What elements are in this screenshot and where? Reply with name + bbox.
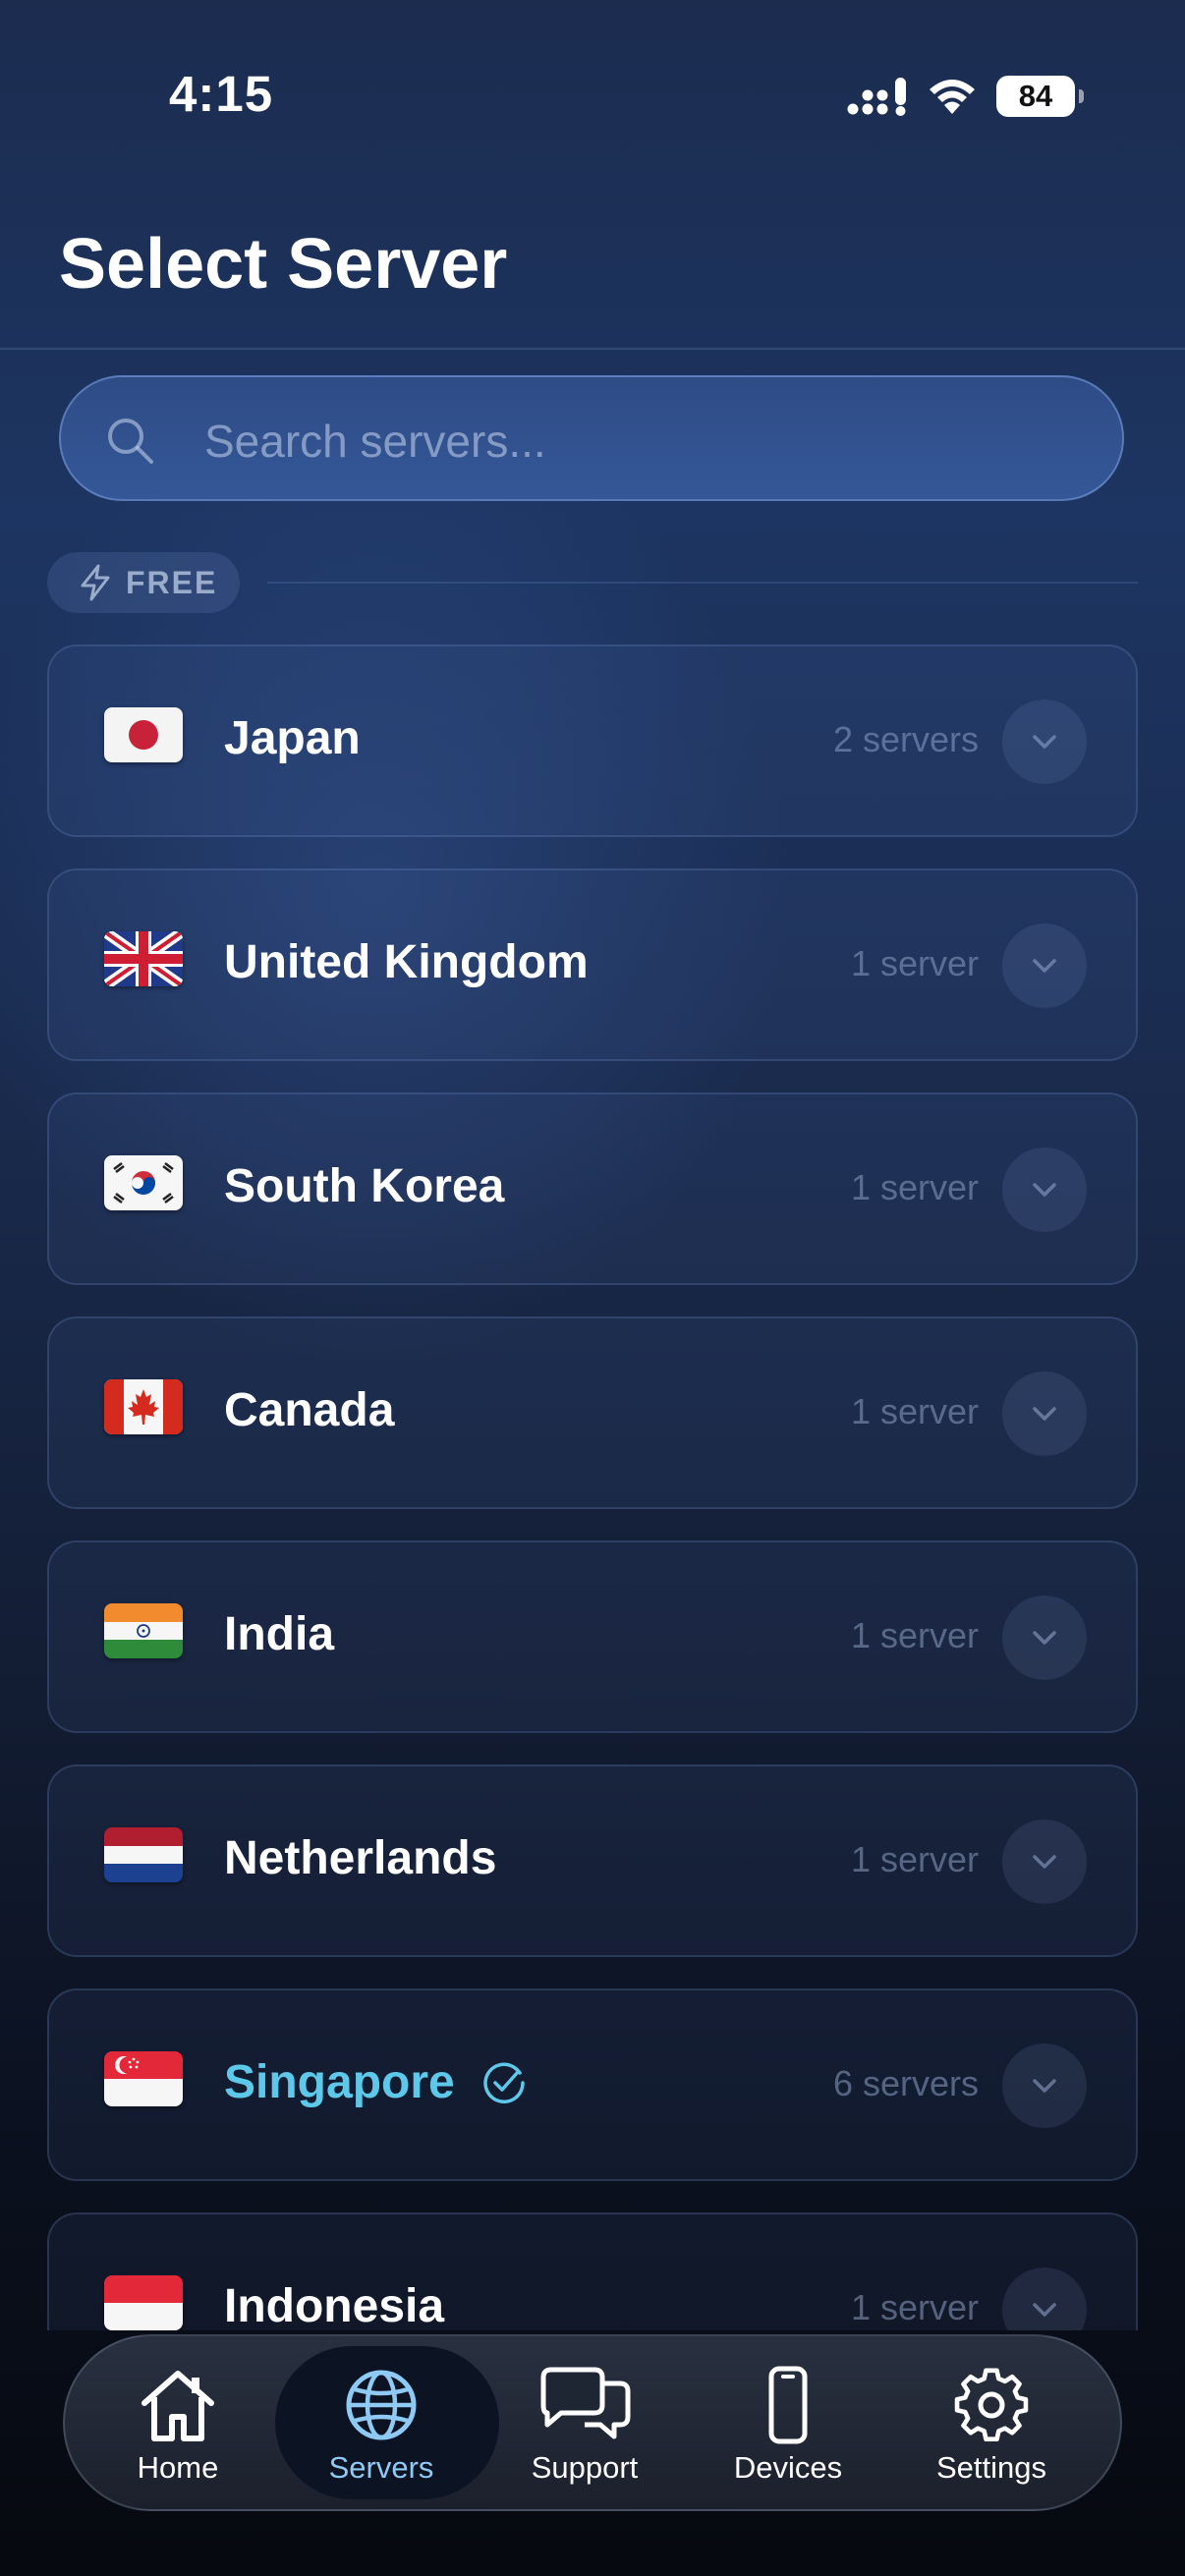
chat-bubbles-icon xyxy=(540,2367,631,2439)
server-count: 1 server xyxy=(850,1391,979,1431)
phone-icon xyxy=(768,2366,808,2444)
tab-label: Support xyxy=(531,2450,639,2485)
server-count: 1 server xyxy=(850,1167,979,1207)
chevron-down-icon xyxy=(1033,2079,1056,2093)
tab-servers[interactable]: Servers xyxy=(275,2336,499,2509)
country-name: Canada xyxy=(224,1384,395,1436)
chevron-down-icon xyxy=(1033,2303,1056,2317)
server-count: 2 servers xyxy=(832,719,979,759)
indonesia-flag-icon xyxy=(104,2275,183,2330)
chevron-down-icon xyxy=(1033,1183,1056,1197)
status-icons: 84 xyxy=(847,73,1084,120)
expand-button[interactable] xyxy=(1002,2044,1087,2128)
tab-home[interactable]: Home xyxy=(80,2336,276,2509)
tab-label: Servers xyxy=(328,2450,434,2485)
chevron-down-icon xyxy=(1033,959,1056,973)
tab-support[interactable]: Support xyxy=(486,2336,683,2509)
page-title: Select Server xyxy=(59,225,508,304)
cellular-signal-icon xyxy=(847,78,906,116)
tab-settings[interactable]: Settings xyxy=(893,2336,1090,2509)
tab-label: Devices xyxy=(733,2450,843,2485)
status-time: 4:15 xyxy=(169,66,274,122)
server-row-singapore[interactable]: Singapore 6 servers xyxy=(47,1988,1138,2181)
lightning-bolt-icon xyxy=(81,564,110,601)
country-name: India xyxy=(224,1608,335,1660)
header-divider xyxy=(0,348,1185,350)
chevron-down-icon xyxy=(1033,1855,1056,1869)
server-row-south-korea[interactable]: South Korea 1 server xyxy=(47,1092,1138,1285)
server-row-india[interactable]: India 1 server xyxy=(47,1540,1138,1733)
expand-button[interactable] xyxy=(1002,1148,1087,1232)
tab-bar: Home Servers Support Devices Settings xyxy=(63,2334,1122,2511)
section-label: FREE xyxy=(126,564,218,600)
server-count: 1 server xyxy=(850,2287,979,2327)
home-icon xyxy=(141,2371,214,2441)
server-row-netherlands[interactable]: Netherlands 1 server xyxy=(47,1764,1138,1957)
country-name: South Korea xyxy=(224,1160,505,1212)
chevron-down-icon xyxy=(1033,735,1056,749)
expand-button[interactable] xyxy=(1002,1820,1087,1904)
canada-flag-icon xyxy=(104,1379,183,1434)
expand-button[interactable] xyxy=(1002,700,1087,784)
expand-button[interactable] xyxy=(1002,2268,1087,2330)
expand-button[interactable] xyxy=(1002,1596,1087,1680)
server-count: 1 server xyxy=(850,943,979,983)
country-name: Japan xyxy=(224,712,361,764)
country-name: United Kingdom xyxy=(224,936,589,988)
server-row-united-kingdom[interactable]: United Kingdom 1 server xyxy=(47,868,1138,1061)
search-input[interactable] xyxy=(202,401,1091,481)
server-count: 1 server xyxy=(850,1839,979,1879)
tab-label: Home xyxy=(137,2450,219,2485)
server-row-japan[interactable]: Japan 2 servers xyxy=(47,644,1138,837)
check-circle-icon xyxy=(483,2062,525,2103)
japan-flag-icon xyxy=(104,707,183,762)
india-flag-icon xyxy=(104,1603,183,1658)
server-count: 6 servers xyxy=(832,2063,979,2103)
search-icon xyxy=(108,419,153,464)
server-count: 1 server xyxy=(850,1615,979,1655)
battery-indicator: 84 xyxy=(996,76,1084,117)
expand-button[interactable] xyxy=(1002,1372,1087,1456)
chevron-down-icon xyxy=(1033,1407,1056,1421)
tab-label: Settings xyxy=(935,2450,1046,2485)
section-divider xyxy=(267,582,1138,584)
battery-level: 84 xyxy=(1018,79,1053,113)
wifi-icon xyxy=(930,80,975,114)
server-list[interactable]: Japan 2 servers United Kingdom 1 server xyxy=(47,644,1138,2330)
chevron-down-icon xyxy=(1033,1631,1056,1645)
united-kingdom-flag-icon xyxy=(104,931,183,986)
singapore-flag-icon xyxy=(104,2051,183,2106)
free-section-chip: FREE xyxy=(47,552,240,613)
country-name: Netherlands xyxy=(224,1832,497,1884)
tab-devices[interactable]: Devices xyxy=(690,2336,886,2509)
search-box[interactable] xyxy=(59,375,1124,501)
server-row-indonesia[interactable]: Indonesia 1 server xyxy=(47,2212,1138,2330)
gear-icon xyxy=(954,2368,1029,2442)
status-bar: 4:15 84 xyxy=(0,0,1185,196)
south-korea-flag-icon xyxy=(104,1155,183,1210)
expand-button[interactable] xyxy=(1002,924,1087,1008)
country-name-selected: Singapore xyxy=(224,2056,455,2108)
globe-icon xyxy=(346,2370,417,2440)
server-row-canada[interactable]: Canada 1 server xyxy=(47,1316,1138,1509)
country-name: Indonesia xyxy=(224,2280,445,2330)
netherlands-flag-icon xyxy=(104,1827,183,1882)
